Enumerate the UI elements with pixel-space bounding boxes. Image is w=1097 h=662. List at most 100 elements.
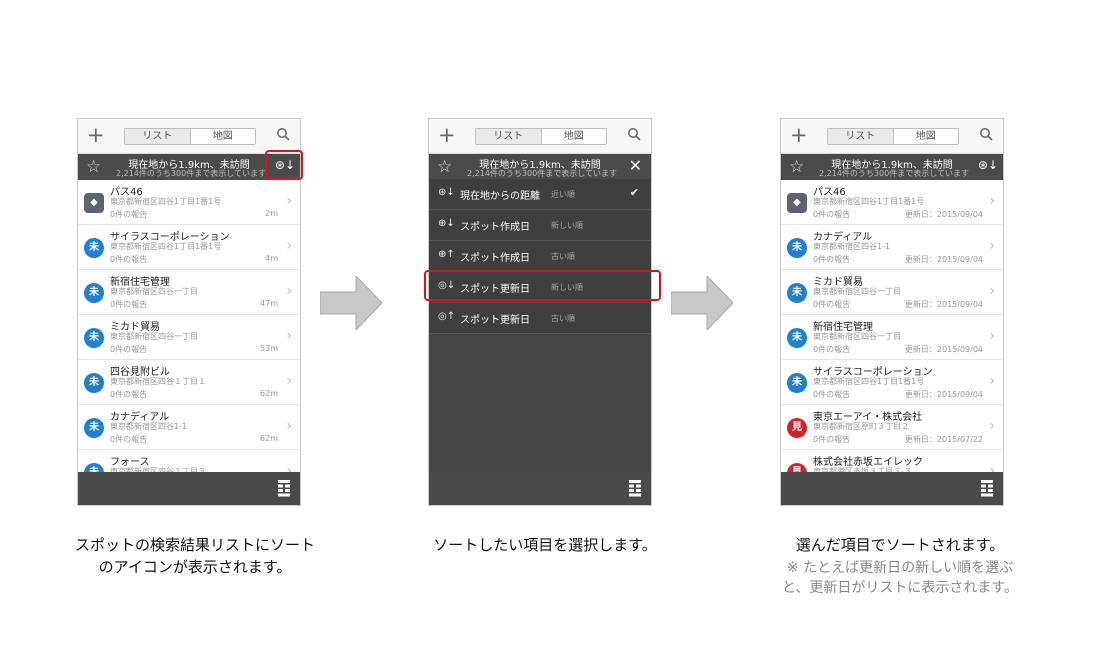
- grid-menu-icon[interactable]: [981, 480, 993, 497]
- spot-report-count: 0件の報告: [813, 210, 851, 219]
- spot-pin-icon: 未: [84, 418, 104, 438]
- caption-step1: スポットの検索結果リストにソート のアイコンが表示されます。: [40, 534, 350, 578]
- grid-menu-icon[interactable]: [278, 480, 290, 497]
- spot-pin-icon: 未: [84, 238, 104, 258]
- list-item[interactable]: ◆ パス46 東京都新宿区四谷1丁目1番1号 0件の報告 2m ›: [78, 180, 300, 225]
- search-icon[interactable]: [627, 127, 641, 141]
- spot-address: 東京都新宿区四谷1丁目1番1号: [813, 377, 925, 386]
- spot-address: 東京都新宿区四谷一丁目: [813, 332, 901, 341]
- chevron-right-icon: ›: [989, 328, 995, 344]
- tab-list[interactable]: リスト: [125, 129, 191, 144]
- search-icon[interactable]: [276, 127, 290, 141]
- chevron-right-icon: ›: [286, 328, 292, 344]
- list-item[interactable]: 未サイラスコーポレーション 東京都新宿区四谷1丁目1番1号 0件の報告 4m ›: [78, 225, 300, 270]
- nav-bar: + リスト 地図: [78, 119, 300, 154]
- tab-list[interactable]: リスト: [476, 129, 542, 144]
- phone-screen-sorted-list: + リスト 地図 ☆ 現在地から1.9km、未訪問 2,214件のうち300件ま…: [780, 118, 1004, 506]
- list-item[interactable]: 未ミカド貿易 東京都新宿区四谷一丁目 0件の報告 53m ›: [78, 315, 300, 360]
- star-icon[interactable]: ☆: [437, 157, 452, 177]
- spot-distance: 62m: [260, 434, 278, 443]
- view-segment: リスト 地図: [124, 128, 256, 145]
- spot-distance: 2m: [265, 209, 278, 218]
- spot-pin-icon: ◆: [787, 193, 807, 213]
- sort-menu: ⊛↓ 現在地からの距離 近い順 ✔ ⊕↓ スポット作成日 新しい順 ⊕↑ スポット作成日 古い順 ◎…: [429, 179, 651, 472]
- caption-step3-line: 選んだ項目でソートされます。: [795, 536, 1005, 554]
- caption-note: ※ たとえば更新日の新しい順を選ぶ と、更新日がリストに表示されます。: [750, 558, 1050, 598]
- list-item[interactable]: 未ミカド貿易 東京都新宿区四谷一丁目 0件の報告 更新日：2015/09/04 ›: [781, 270, 1003, 315]
- spot-pin-icon: ◆: [84, 193, 104, 213]
- spot-address: 東京都新宿区四谷1丁目1番1号: [813, 197, 925, 206]
- dimmed-list-background: [429, 334, 651, 472]
- sort-option-order: 古い順: [551, 252, 575, 261]
- spot-pin-icon: 未: [787, 328, 807, 348]
- tab-map[interactable]: 地図: [894, 129, 959, 144]
- add-icon[interactable]: +: [438, 123, 456, 147]
- spot-report-count: 0件の報告: [110, 300, 148, 309]
- bottom-bar: [78, 472, 300, 505]
- list-item[interactable]: 未サイラスコーポレーション 東京都新宿区四谷1丁目1番1号 0件の報告 更新日：201…: [781, 360, 1003, 405]
- chevron-right-icon: ›: [286, 238, 292, 254]
- star-icon[interactable]: ☆: [789, 157, 804, 177]
- grid-menu-icon[interactable]: [629, 480, 641, 497]
- spot-distance: 53m: [260, 344, 278, 353]
- sort-option-order: 古い順: [551, 314, 575, 323]
- sort-option-label: 現在地からの距離: [460, 191, 540, 202]
- spot-address: 東京都新宿区原町３丁目２: [813, 422, 909, 431]
- nav-bar: + リスト 地図: [429, 119, 651, 154]
- spot-distance: 4m: [265, 254, 278, 263]
- close-icon[interactable]: ✕: [629, 156, 642, 175]
- caption-step3: 選んだ項目でソートされます。: [750, 534, 1050, 556]
- sort-option[interactable]: ⊕↑ スポット作成日 古い順: [429, 241, 651, 272]
- sort-option-label: スポット作成日: [460, 222, 530, 233]
- spot-pin-icon: 未: [84, 328, 104, 348]
- spot-pin-icon: 未: [787, 373, 807, 393]
- chevron-right-icon: ›: [989, 238, 995, 254]
- next-arrow: [671, 276, 733, 330]
- spot-address: 東京都新宿区四谷1-1: [813, 242, 891, 251]
- updated-asc-icon: ◎↑: [438, 311, 456, 322]
- spot-report-count: 0件の報告: [813, 345, 851, 354]
- caption-note-line2: と、更新日がリストに表示されます。: [781, 580, 1019, 596]
- header-subtitle: 2,214件のうち300件まで表示しています: [116, 169, 266, 178]
- sort-icon[interactable]: ⊛↓: [978, 158, 998, 172]
- view-segment: リスト 地図: [475, 128, 607, 145]
- spot-distance: 62m: [260, 389, 278, 398]
- filter-header: ☆ 現在地から1.9km、未訪問 2,214件のうち300件まで表示しています …: [781, 154, 1003, 180]
- list-item[interactable]: 未四谷見附ビル 東京都新宿区四谷１丁目１ 0件の報告 62m ›: [78, 360, 300, 405]
- bottom-bar: [781, 472, 1003, 505]
- spot-updated-date: 更新日：2015/09/04: [904, 390, 983, 399]
- spot-pin-icon: 見: [787, 418, 807, 438]
- chevron-right-icon: ›: [989, 373, 995, 389]
- spot-address: 東京都新宿区四谷1-1: [110, 422, 188, 431]
- add-icon[interactable]: +: [790, 123, 808, 147]
- header-subtitle: 2,214件のうち300件まで表示しています: [467, 169, 617, 178]
- spot-report-count: 0件の報告: [813, 300, 851, 309]
- tab-list[interactable]: リスト: [828, 129, 894, 144]
- sort-option[interactable]: ◎↑ スポット更新日 古い順: [429, 303, 651, 334]
- list-item[interactable]: 見東京エーアイ・株式会社 東京都新宿区原町３丁目２ 0件の報告 更新日：2015/07…: [781, 405, 1003, 450]
- list-item[interactable]: 未カナディアル 東京都新宿区四谷1-1 0件の報告 更新日：2015/09/04 ›: [781, 225, 1003, 270]
- chevron-right-icon: ›: [989, 193, 995, 209]
- list-item[interactable]: 未新宿住宅管理 東京都新宿区四谷一丁目 0件の報告 更新日：2015/09/04 ›: [781, 315, 1003, 360]
- tab-map[interactable]: 地図: [191, 129, 256, 144]
- checkmark-icon: ✔: [629, 186, 639, 199]
- spot-report-count: 0件の報告: [813, 255, 851, 264]
- spot-updated-date: 更新日：2015/07/22: [904, 435, 983, 444]
- list-item[interactable]: 未新宿住宅管理 東京都新宿区四谷一丁目 0件の報告 47m ›: [78, 270, 300, 315]
- sort-option[interactable]: ⊛↓ 現在地からの距離 近い順 ✔: [429, 179, 651, 210]
- search-icon[interactable]: [979, 127, 993, 141]
- add-icon[interactable]: +: [87, 123, 105, 147]
- tab-map[interactable]: 地図: [542, 129, 607, 144]
- sort-option[interactable]: ⊕↓ スポット作成日 新しい順: [429, 210, 651, 241]
- spot-address: 東京都新宿区四谷一丁目: [110, 332, 198, 341]
- header-subtitle: 2,214件のうち300件まで表示しています: [819, 169, 969, 178]
- spot-pin-icon: 未: [84, 373, 104, 393]
- next-arrow: [320, 276, 382, 330]
- spot-updated-date: 更新日：2015/09/04: [904, 345, 983, 354]
- spot-report-count: 0件の報告: [110, 390, 148, 399]
- list-item[interactable]: 未カナディアル 東京都新宿区四谷1-1 0件の報告 62m ›: [78, 405, 300, 450]
- spot-report-count: 0件の報告: [813, 390, 851, 399]
- star-icon[interactable]: ☆: [86, 157, 101, 177]
- list-item[interactable]: ◆ パス46 東京都新宿区四谷1丁目1番1号 0件の報告 更新日：2015/09/04 ›: [781, 180, 1003, 225]
- spot-address: 東京都新宿区四谷１丁目１: [110, 377, 206, 386]
